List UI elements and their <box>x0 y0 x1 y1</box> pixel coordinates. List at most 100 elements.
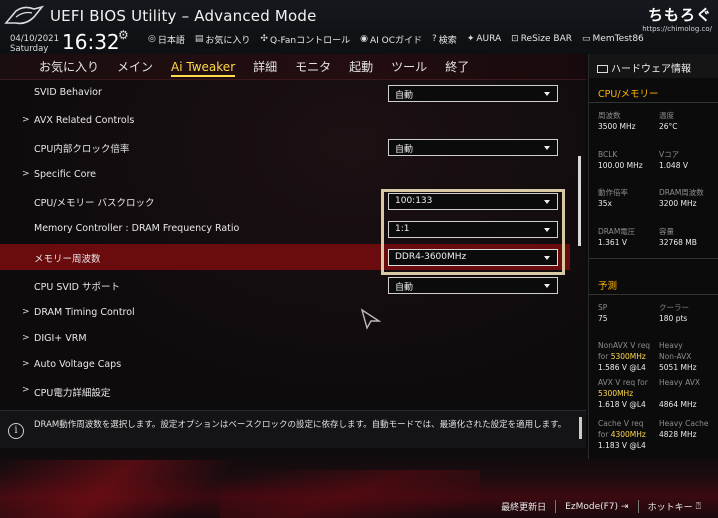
top-toolbar: ◎ 日本語 ▤ お気に入り ✣ Q-Fanコントロール ◉ AI OCガイド ? 検索 ✦… <box>148 32 644 46</box>
setting-dram-frequency-ratio[interactable]: Memory Controller : DRAM Frequency Ratio… <box>0 216 570 242</box>
toolbar-memtest[interactable]: ▭ MemTest86 <box>582 32 644 46</box>
hw-value: 35x <box>598 199 612 208</box>
hw-key: Heavy <box>659 341 683 350</box>
footer-ezmode[interactable]: EzMode(F7) ⇥ <box>555 500 637 513</box>
hw-cell-dram-frequency: DRAM周波数 3200 MHz <box>659 187 704 209</box>
hw-key: AVX V req for <box>598 377 648 388</box>
hw-section-prediction: 予測 <box>598 281 618 292</box>
watermark: ちもろぐ https://chimolog.co/ <box>642 4 712 33</box>
memory-frequency-select[interactable]: DDR4-3600MHz <box>388 249 558 266</box>
hw-cell-dram-voltage: DRAM電圧 1.361 V <box>598 226 635 248</box>
busclock-select[interactable]: 100:133 <box>388 193 558 210</box>
setting-label: CPU内部クロック倍率 <box>34 144 130 155</box>
hw-value: 1.618 V @L4 <box>598 400 646 409</box>
toolbar-resize-bar[interactable]: ⊡ ReSize BAR <box>511 32 572 46</box>
help-icon: ⍰ <box>695 501 701 512</box>
monitor-icon <box>597 65 608 73</box>
hw-value: 1.586 V @L4 <box>598 363 646 372</box>
hw-cell-frequency: 周波数 3500 MHz <box>598 110 636 132</box>
hw-freq-highlight: 5300MHz <box>598 389 634 398</box>
toolbar-label: お気に入り <box>205 35 251 46</box>
submenu-dram-timing-control[interactable]: > DRAM Timing Control <box>0 300 570 326</box>
submenu-auto-voltage-caps[interactable]: > Auto Voltage Caps <box>0 352 570 378</box>
toolbar-favorites[interactable]: ▤ お気に入り <box>195 32 251 46</box>
tab-favorites[interactable]: お気に入り <box>30 54 108 80</box>
hw-freq-highlight: 5300MHz <box>610 352 646 361</box>
svid-support-select[interactable]: 自動 <box>388 277 558 294</box>
weekday-value: Saturday <box>10 44 49 54</box>
footer-label: EzMode(F7) <box>565 501 619 512</box>
toolbar-label: Q-Fanコントロール <box>269 35 351 46</box>
hw-cell-nonavx-req: NonAVX V req for 5300MHz 1.586 V @L4 <box>598 340 650 373</box>
hw-key: DRAM電圧 <box>598 227 636 236</box>
tab-main[interactable]: メイン <box>108 54 162 80</box>
hw-key: クーラー <box>659 303 689 312</box>
submenu-digi-vrm[interactable]: > DIGI+ VRM <box>0 326 570 352</box>
dram-ratio-select[interactable]: 1:1 <box>388 221 558 238</box>
hw-freq-highlight: 4300MHz <box>610 430 646 439</box>
header-bar: UEFI BIOS Utility – Advanced Mode 04/10/… <box>0 0 718 54</box>
setting-label: CPU電力詳細設定 <box>34 388 111 399</box>
favorite-icon: ▤ <box>194 34 204 44</box>
background-stripe <box>0 460 240 518</box>
submenu-specific-core[interactable]: > Specific Core <box>0 162 570 188</box>
hw-key: Vコア <box>659 150 680 159</box>
hw-value: 3200 MHz <box>659 199 697 208</box>
toolbar-ai-oc[interactable]: ◉ AI OCガイド <box>360 32 422 46</box>
watermark-logo: ちもろぐ <box>647 6 712 24</box>
toolbar-language[interactable]: ◎ 日本語 <box>148 32 185 46</box>
toolbar-aura[interactable]: ✦ AURA <box>467 32 501 46</box>
setting-label: DIGI+ VRM <box>34 333 87 344</box>
tab-monitor[interactable]: モニタ <box>286 54 340 80</box>
hw-key: 温度 <box>659 111 674 120</box>
settings-panel: SVID Behavior 自動 > AVX Related Controls … <box>0 80 586 405</box>
clock-time: 16:32 <box>62 30 120 54</box>
setting-svid-behavior[interactable]: SVID Behavior 自動 <box>0 80 570 106</box>
hw-value: 4864 MHz <box>659 400 697 409</box>
toolbar-search[interactable]: ? 検索 <box>432 32 457 46</box>
main-tab-bar: お気に入り メイン Ai Tweaker 詳細 モニタ 起動 ツール 終了 <box>0 54 586 80</box>
hw-value: 5051 MHz <box>659 363 697 372</box>
toolbar-label: AI OCガイド <box>369 35 423 46</box>
setting-cpu-mem-busclock[interactable]: CPU/メモリー バスクロック 100:133 <box>0 188 570 214</box>
background-stripe <box>220 470 480 518</box>
submenu-avx-related-controls[interactable]: > AVX Related Controls <box>0 108 570 134</box>
chevron-right-icon: > <box>22 115 30 125</box>
hw-cell-avx-req: AVX V req for 5300MHz 1.618 V @L4 <box>598 377 648 410</box>
rog-logo-icon <box>4 5 44 25</box>
help-scrollbar[interactable] <box>579 417 582 439</box>
svid-behavior-select[interactable]: 自動 <box>388 85 558 102</box>
footer-hotkeys[interactable]: ホットキー ⍰ <box>637 500 710 513</box>
tab-boot[interactable]: 起動 <box>340 54 382 80</box>
hw-value: 4828 MHz <box>659 430 697 439</box>
help-text: DRAM動作周波数を選択します。設定オプションはベースクロックの設定に依存します… <box>34 420 567 430</box>
watermark-url: https://chimolog.co/ <box>642 25 712 33</box>
tab-advanced[interactable]: 詳細 <box>244 54 286 80</box>
gear-icon[interactable]: ⚙ <box>118 28 129 42</box>
settings-scrollbar[interactable] <box>578 156 581 246</box>
hw-key-label: AVX V req <box>598 378 636 387</box>
footer-last-modified[interactable]: 最終更新日 <box>492 500 555 513</box>
cpu-ratio-select[interactable]: 自動 <box>388 139 558 156</box>
setting-cpu-svid-support[interactable]: CPU SVID サポート 自動 <box>0 272 570 298</box>
select-value: 自動 <box>395 145 414 155</box>
chevron-down-icon <box>544 146 550 150</box>
footer-label: ホットキー <box>647 503 693 513</box>
setting-label: メモリー周波数 <box>34 254 101 265</box>
hw-section-cpu-memory: CPU/メモリー <box>598 89 659 100</box>
hw-value: 3500 MHz <box>598 122 636 131</box>
setting-memory-frequency[interactable]: メモリー周波数 DDR4-3600MHz <box>0 244 570 270</box>
divider <box>589 294 718 295</box>
tab-exit[interactable]: 終了 <box>436 54 478 80</box>
tab-ai-tweaker[interactable]: Ai Tweaker <box>162 54 244 80</box>
submenu-cpu-power[interactable]: > CPU電力詳細設定 <box>0 378 570 404</box>
setting-cpu-ratio[interactable]: CPU内部クロック倍率 自動 <box>0 134 570 160</box>
hw-key: 周波数 <box>598 111 621 120</box>
tab-tool[interactable]: ツール <box>382 54 436 80</box>
divider <box>589 102 718 103</box>
chevron-right-icon: > <box>22 307 30 317</box>
hw-value: 26°C <box>659 122 678 131</box>
aura-icon: ✦ <box>466 34 475 44</box>
toolbar-qfan[interactable]: ✣ Q-Fanコントロール <box>260 32 350 46</box>
resize-bar-icon: ⊡ <box>511 34 519 44</box>
